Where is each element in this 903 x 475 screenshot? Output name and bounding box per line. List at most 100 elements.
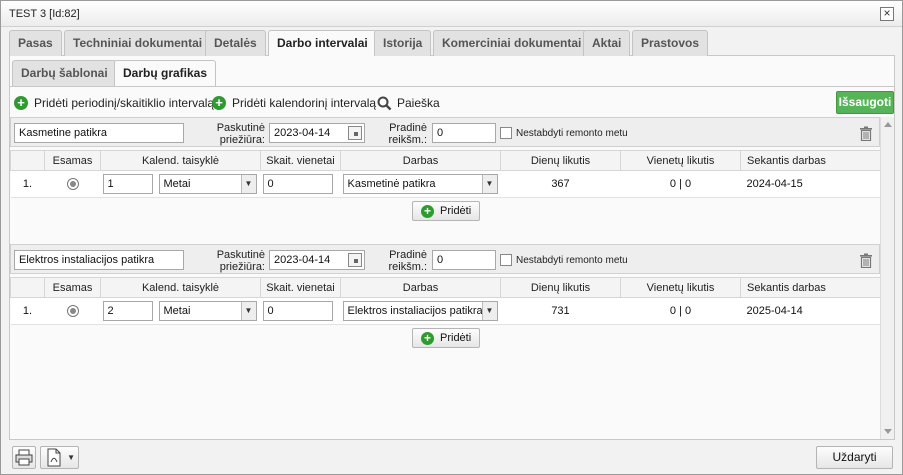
current-radio[interactable] (66, 305, 79, 318)
next-work-cell: 2025-04-14 (740, 297, 881, 325)
vertical-scrollbar[interactable] (880, 117, 894, 439)
tab-darbo-intervalai[interactable]: Darbo intervalai (268, 30, 377, 57)
col-sekantis-darbas: Sekantis darbas (740, 150, 881, 171)
add-periodic-interval-button[interactable]: + Pridėti periodinį/skaitiklio intervalą (14, 94, 214, 112)
search-icon (377, 96, 392, 110)
group-name-input[interactable]: Kasmetine patikra (14, 123, 184, 143)
rule-period-select[interactable]: Metai ▼ (158, 301, 257, 321)
plus-circle-icon: + (212, 96, 226, 110)
units-input[interactable]: 0 (262, 174, 333, 194)
add-periodic-label: Pridėti periodinį/skaitiklio intervalą (34, 96, 215, 110)
dialog-footer: ▼ Uždaryti (1, 441, 902, 474)
window-title: TEST 3 [Id:82] (9, 8, 80, 20)
rule-count-input[interactable]: 2 (102, 301, 153, 321)
no-stop-label: Nestabdyti remonto metu (516, 255, 628, 266)
pdf-icon (47, 448, 61, 467)
rule-period-select[interactable]: Metai ▼ (158, 174, 257, 194)
units-input[interactable]: 0 (262, 301, 333, 321)
col-kalend-taisykle: Kalend. taisyklė (100, 277, 261, 298)
table-row: 1. 1 Metai ▼ 0 Kasmetinė patikra ▼ 367 0… (10, 170, 881, 198)
tab-pasas[interactable]: Pasas (9, 30, 62, 56)
add-row-label: Pridėti (440, 332, 472, 344)
interval-table: Esamas Kalend. taisyklė Skait. vienetai … (10, 277, 881, 325)
plus-circle-icon: + (14, 96, 28, 110)
label-line-1: Paskutinė (216, 249, 265, 261)
date-value: 2023-04-14 (274, 127, 331, 139)
print-button[interactable] (12, 446, 36, 469)
scroll-up-icon[interactable] (884, 122, 892, 127)
tab-detales[interactable]: Detalės (205, 30, 266, 56)
col-sekantis-darbas: Sekantis darbas (740, 277, 881, 298)
last-maintenance-date-input[interactable]: 2023-04-14 (269, 250, 365, 270)
initial-value-label: Pradinė reikšm.: (381, 249, 428, 273)
label-line-2: reikšm.: (388, 134, 428, 146)
no-stop-checkbox[interactable] (500, 254, 512, 266)
intervals-scroll-area: Kasmetine patikra Paskutinė priežiūra: 2… (10, 117, 894, 439)
calendar-icon[interactable] (348, 126, 362, 140)
last-maintenance-date-input[interactable]: 2023-04-14 (269, 123, 365, 143)
add-row-button[interactable]: + Pridėti (412, 328, 481, 348)
calendar-icon[interactable] (348, 253, 362, 267)
tab-prastovos[interactable]: Prastovos (632, 30, 709, 56)
close-icon[interactable]: × (880, 7, 894, 21)
select-value: Metai (163, 305, 191, 317)
label-line-1: Pradinė (389, 249, 427, 261)
plus-circle-icon: + (421, 331, 434, 345)
label-line-2: priežiūra: (219, 134, 265, 146)
tab-techniniai-dokumentai[interactable]: Techniniai dokumentai (64, 30, 212, 56)
scroll-down-icon[interactable] (884, 429, 892, 434)
tab-komerciniai-dokumentai[interactable]: Komerciniai dokumentai (433, 30, 591, 56)
add-row-button[interactable]: + Pridėti (412, 201, 481, 221)
units-left-cell: 0 | 0 (620, 170, 741, 198)
subtab-darbu-grafikas[interactable]: Darbų grafikas (114, 60, 217, 87)
col-darbas: Darbas (340, 277, 501, 298)
col-dienu-likutis: Dienų likutis (500, 150, 621, 171)
printer-icon (15, 449, 33, 466)
label-line-1: Paskutinė (216, 122, 265, 134)
tab-aktai[interactable]: Aktai (583, 30, 631, 56)
days-left-cell: 731 (500, 297, 621, 325)
dialog-window: TEST 3 [Id:82] × Pasas Techniniai dokume… (0, 0, 903, 475)
row-index: 1. (10, 170, 45, 198)
save-button[interactable]: Išsaugoti (836, 91, 894, 114)
chevron-down-icon: ▼ (240, 175, 256, 193)
work-select[interactable]: Kasmetinė patikra ▼ (342, 174, 498, 194)
select-value: Kasmetinė patikra (347, 178, 436, 190)
col-esamas: Esamas (44, 277, 101, 298)
tab-istorija[interactable]: Istorija (374, 30, 432, 56)
no-stop-checkbox[interactable] (500, 127, 512, 139)
table-header-row: Esamas Kalend. taisyklė Skait. vienetai … (10, 150, 881, 171)
trash-icon[interactable] (859, 126, 873, 141)
tab-content: Darbų šablonai Darbų grafikas + Pridėti … (9, 56, 895, 440)
pdf-export-button[interactable]: ▼ (40, 446, 79, 469)
chevron-down-icon[interactable]: ▼ (67, 453, 75, 462)
close-button[interactable]: Uždaryti (816, 446, 893, 469)
subtab-darbu-sablonai[interactable]: Darbų šablonai (12, 60, 117, 86)
chevron-down-icon: ▼ (240, 302, 256, 320)
chevron-down-icon: ▼ (481, 302, 497, 320)
add-calendar-label: Pridėti kalendorinį intervalą (232, 96, 377, 110)
current-radio[interactable] (66, 178, 79, 191)
group-header: Kasmetine patikra Paskutinė priežiūra: 2… (10, 117, 880, 147)
main-tabs: Pasas Techniniai dokumentai Detalės Darb… (9, 30, 895, 57)
interval-group: Kasmetine patikra Paskutinė priežiūra: 2… (10, 117, 881, 227)
col-vienetu-likutis: Vienetų likutis (620, 277, 741, 298)
col-skait-vienetai: Skait. vienetai (260, 150, 341, 171)
work-select[interactable]: Elektros instaliacijos patikra ▼ (342, 301, 498, 321)
select-value: Metai (163, 178, 191, 190)
group-name-input[interactable]: Elektros instaliacijos patikra (14, 250, 184, 270)
initial-value-input[interactable]: 0 (432, 123, 496, 143)
next-work-cell: 2024-04-15 (740, 170, 881, 198)
initial-value-input[interactable]: 0 (432, 250, 496, 270)
units-left-cell: 0 | 0 (620, 297, 741, 325)
rule-count-input[interactable]: 1 (102, 174, 153, 194)
work-cell: Kasmetinė patikra ▼ (340, 170, 501, 198)
add-calendar-interval-button[interactable]: + Pridėti kalendorinį intervalą (212, 94, 376, 112)
group-header: Elektros instaliacijos patikra Paskutinė… (10, 244, 880, 274)
col-darbas: Darbas (340, 150, 501, 171)
trash-icon[interactable] (859, 253, 873, 268)
col-index (10, 150, 45, 171)
subtab-divider (10, 86, 894, 87)
last-maintenance-label: Paskutinė priežiūra: (207, 249, 265, 273)
search-button[interactable]: Paieška (377, 94, 440, 112)
